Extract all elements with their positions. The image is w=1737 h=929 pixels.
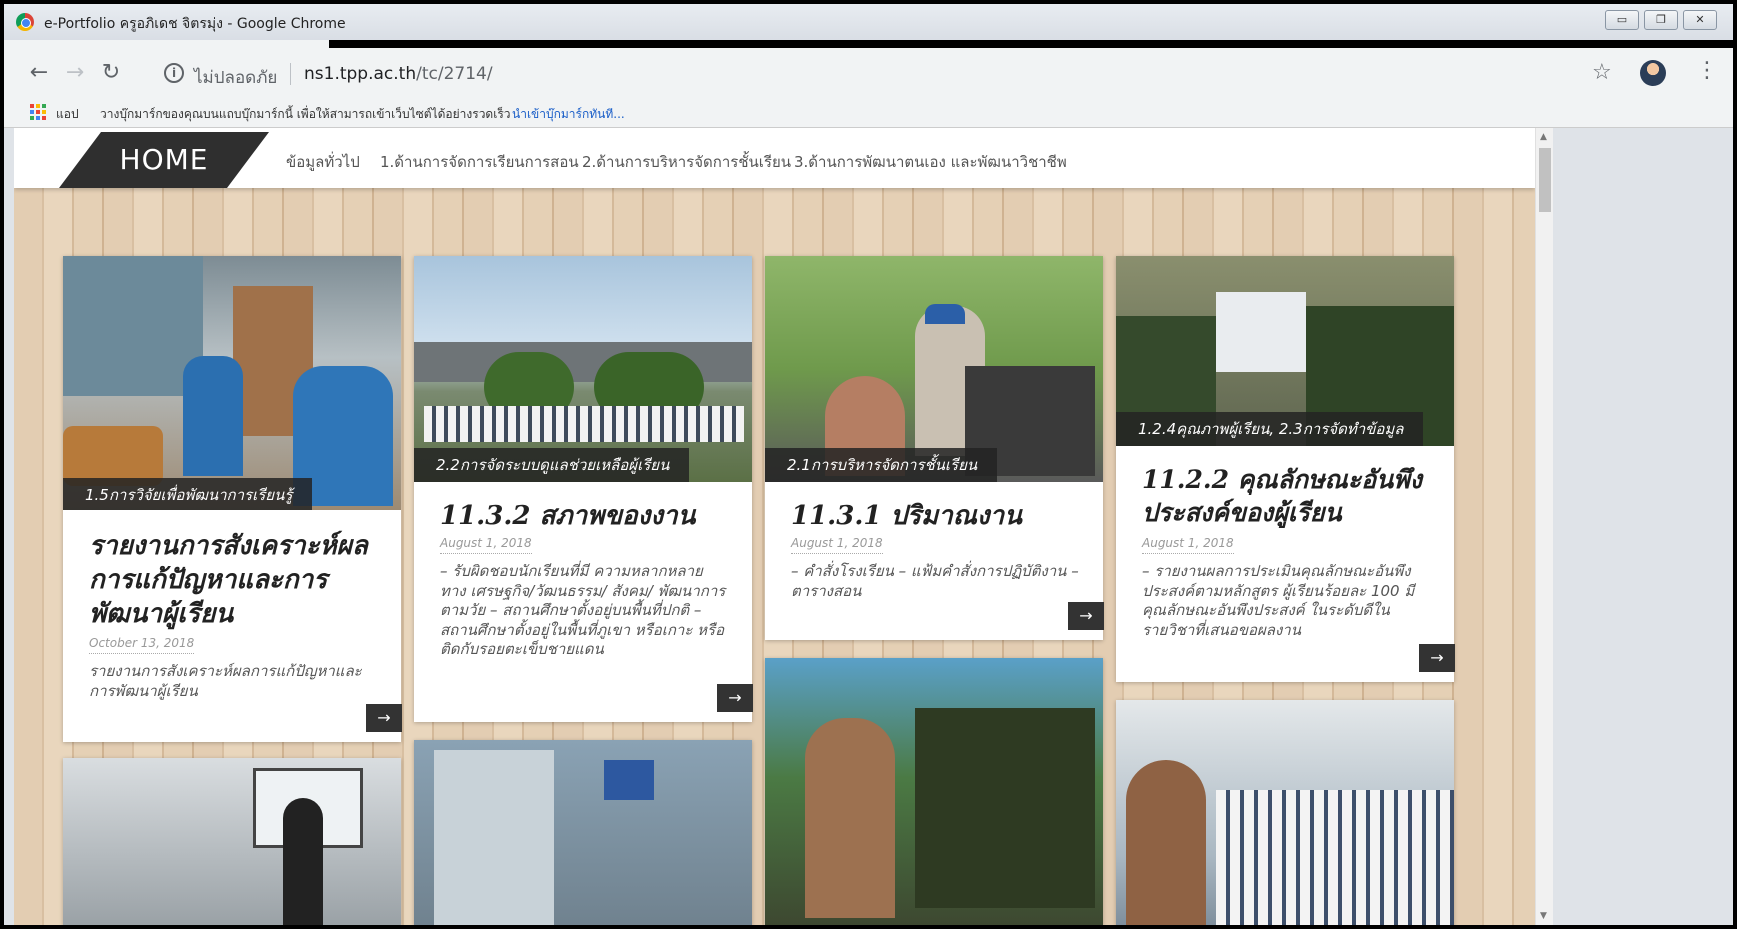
post-thumbnail[interactable] <box>1116 700 1454 925</box>
post-date: August 1, 2018 <box>1142 536 1234 554</box>
tab-strip <box>4 40 1733 48</box>
title-bar: e-Portfolio ครูอภิเดช จิตรมุ่ง - Google … <box>4 4 1733 40</box>
post-card[interactable]: 1.5การวิจัยเพื่อพัฒนาการเรียนรู้ รายงานก… <box>63 256 402 742</box>
post-thumbnail[interactable] <box>765 658 1103 925</box>
url-host: ns1.tpp.ac.th <box>304 64 417 84</box>
post-title[interactable]: รายงานการสังเคราะห์ผลการแก้ปัญหาและการพั… <box>89 530 381 631</box>
chrome-logo-icon <box>16 13 34 31</box>
back-arrow-icon[interactable]: ← <box>26 60 52 86</box>
profile-avatar[interactable] <box>1640 60 1666 86</box>
nav-classroom-management[interactable]: 2.ด้านการบริหารจัดการชั้นเรียน <box>582 150 791 174</box>
browser-window: e-Portfolio ครูอภิเดช จิตรมุ่ง - Google … <box>4 4 1733 925</box>
screen: e-Portfolio ครูอภิเดช จิตรมุ่ง - Google … <box>0 0 1737 929</box>
post-date: August 1, 2018 <box>440 536 532 554</box>
post-thumbnail[interactable]: 1.5การวิจัยเพื่อพัฒนาการเรียนรู้ <box>63 256 401 510</box>
bookmark-star-icon[interactable]: ☆ <box>1592 60 1612 85</box>
close-button[interactable]: ✕ <box>1683 10 1717 30</box>
bookmarks-bar: แอป วางบุ๊กมาร์กของคุณบนแถบบุ๊กมาร์กนี้ … <box>4 98 1733 128</box>
kebab-menu-icon[interactable]: ⋮ <box>1696 58 1718 83</box>
post-title[interactable]: 11.3.1 ปริมาณงาน <box>791 500 1083 534</box>
security-status: ไม่ปลอดภัย <box>194 68 278 88</box>
post-date: October 13, 2018 <box>89 636 195 654</box>
post-excerpt: รายงานการสังเคราะห์ผลการแก้ปัญหาและการพั… <box>89 662 362 700</box>
page-scrollbar[interactable]: ▲ ▼ <box>1535 128 1553 925</box>
import-bookmarks-link[interactable]: นำเข้าบุ๊กมาร์กทันที... <box>512 105 625 124</box>
post-card[interactable]: 2.1การบริหารจัดการชั้นเรียน 11.3.1 ปริมา… <box>765 256 1104 640</box>
post-thumbnail[interactable] <box>63 758 401 925</box>
scrollbar-thumb[interactable] <box>1539 148 1551 212</box>
read-more-arrow-icon[interactable]: → <box>1419 644 1455 672</box>
url-text[interactable]: ns1.tpp.ac.th/tc/2714/ <box>304 64 493 84</box>
post-card[interactable]: 1.2.4คุณภาพผู้เรียน, 2.3การจัดทำข้อมูล 1… <box>1116 256 1455 682</box>
nav-general-info[interactable]: ข้อมูลทั่วไป <box>286 150 360 174</box>
reload-icon[interactable]: ↻ <box>98 60 124 86</box>
post-thumbnail[interactable]: 2.1การบริหารจัดการชั้นเรียน <box>765 256 1103 482</box>
minimize-button[interactable]: ▭ <box>1605 10 1639 30</box>
scroll-down-arrow-icon[interactable]: ▼ <box>1540 911 1547 921</box>
post-thumbnail[interactable] <box>414 740 752 925</box>
post-excerpt: – คำสั่งโรงเรียน – แฟ้มคำสั่งการปฏิบัติง… <box>791 562 1079 600</box>
nav-teaching[interactable]: 1.ด้านการจัดการเรียนการสอน <box>380 150 579 174</box>
nav-self-development[interactable]: 3.ด้านการพัฒนาตนเอง และพัฒนาวิชาชีพ <box>794 150 1067 174</box>
address-bar[interactable]: i ไม่ปลอดภัย ns1.tpp.ac.th/tc/2714/ <box>150 56 1628 92</box>
read-more-arrow-icon[interactable]: → <box>1068 602 1104 630</box>
post-excerpt: – รายงานผลการประเมินคุณลักษณะอันพึงประสง… <box>1142 562 1415 639</box>
post-category[interactable]: 1.2.4คุณภาพผู้เรียน, 2.3การจัดทำข้อมูล <box>1116 412 1424 446</box>
apps-grid-icon[interactable] <box>30 104 46 120</box>
site-nav: HOME ข้อมูลทั่วไป 1.ด้านการจัดการเรียนกา… <box>14 128 1535 188</box>
post-excerpt: – รับผิดชอบนักเรียนที่มี ความหลากหลายทาง… <box>440 562 726 658</box>
forward-arrow-icon[interactable]: → <box>62 60 88 86</box>
home-link[interactable]: HOME <box>59 132 269 188</box>
browser-toolbar: ← → ↻ i ไม่ปลอดภัย ns1.tpp.ac.th/tc/2714… <box>4 48 1733 98</box>
address-divider <box>290 63 291 85</box>
post-date: August 1, 2018 <box>791 536 883 554</box>
post-card[interactable]: 2.2การจัดระบบดูแลช่วยเหลือผู้เรียน 11.3.… <box>414 256 753 722</box>
url-path: /tc/2714/ <box>416 64 493 84</box>
scroll-up-arrow-icon[interactable]: ▲ <box>1540 132 1547 142</box>
post-title[interactable]: 11.2.2 คุณลักษณะอันพึงประสงค์ของผู้เรียน <box>1142 464 1434 529</box>
post-thumbnail[interactable]: 1.2.4คุณภาพผู้เรียน, 2.3การจัดทำข้อมูล <box>1116 256 1454 446</box>
page-viewport: HOME ข้อมูลทั่วไป 1.ด้านการจัดการเรียนกา… <box>14 128 1535 925</box>
post-category[interactable]: 1.5การวิจัยเพื่อพัฒนาการเรียนรู้ <box>63 478 313 510</box>
read-more-arrow-icon[interactable]: → <box>366 704 402 732</box>
post-title[interactable]: 11.3.2 สภาพของงาน <box>440 500 732 534</box>
post-category[interactable]: 2.1การบริหารจัดการชั้นเรียน <box>765 448 998 482</box>
info-icon[interactable]: i <box>164 63 184 83</box>
active-tab[interactable] <box>4 40 329 48</box>
apps-label[interactable]: แอป <box>56 105 79 124</box>
window-title: e-Portfolio ครูอภิเดช จิตรมุ่ง - Google … <box>44 16 346 32</box>
bookmarks-hint: วางบุ๊กมาร์กของคุณบนแถบบุ๊กมาร์กนี้ เพื่… <box>100 107 511 121</box>
restore-button[interactable]: ❐ <box>1644 10 1678 30</box>
post-thumbnail[interactable]: 2.2การจัดระบบดูแลช่วยเหลือผู้เรียน <box>414 256 752 482</box>
post-category[interactable]: 2.2การจัดระบบดูแลช่วยเหลือผู้เรียน <box>414 448 690 482</box>
read-more-arrow-icon[interactable]: → <box>717 684 753 712</box>
